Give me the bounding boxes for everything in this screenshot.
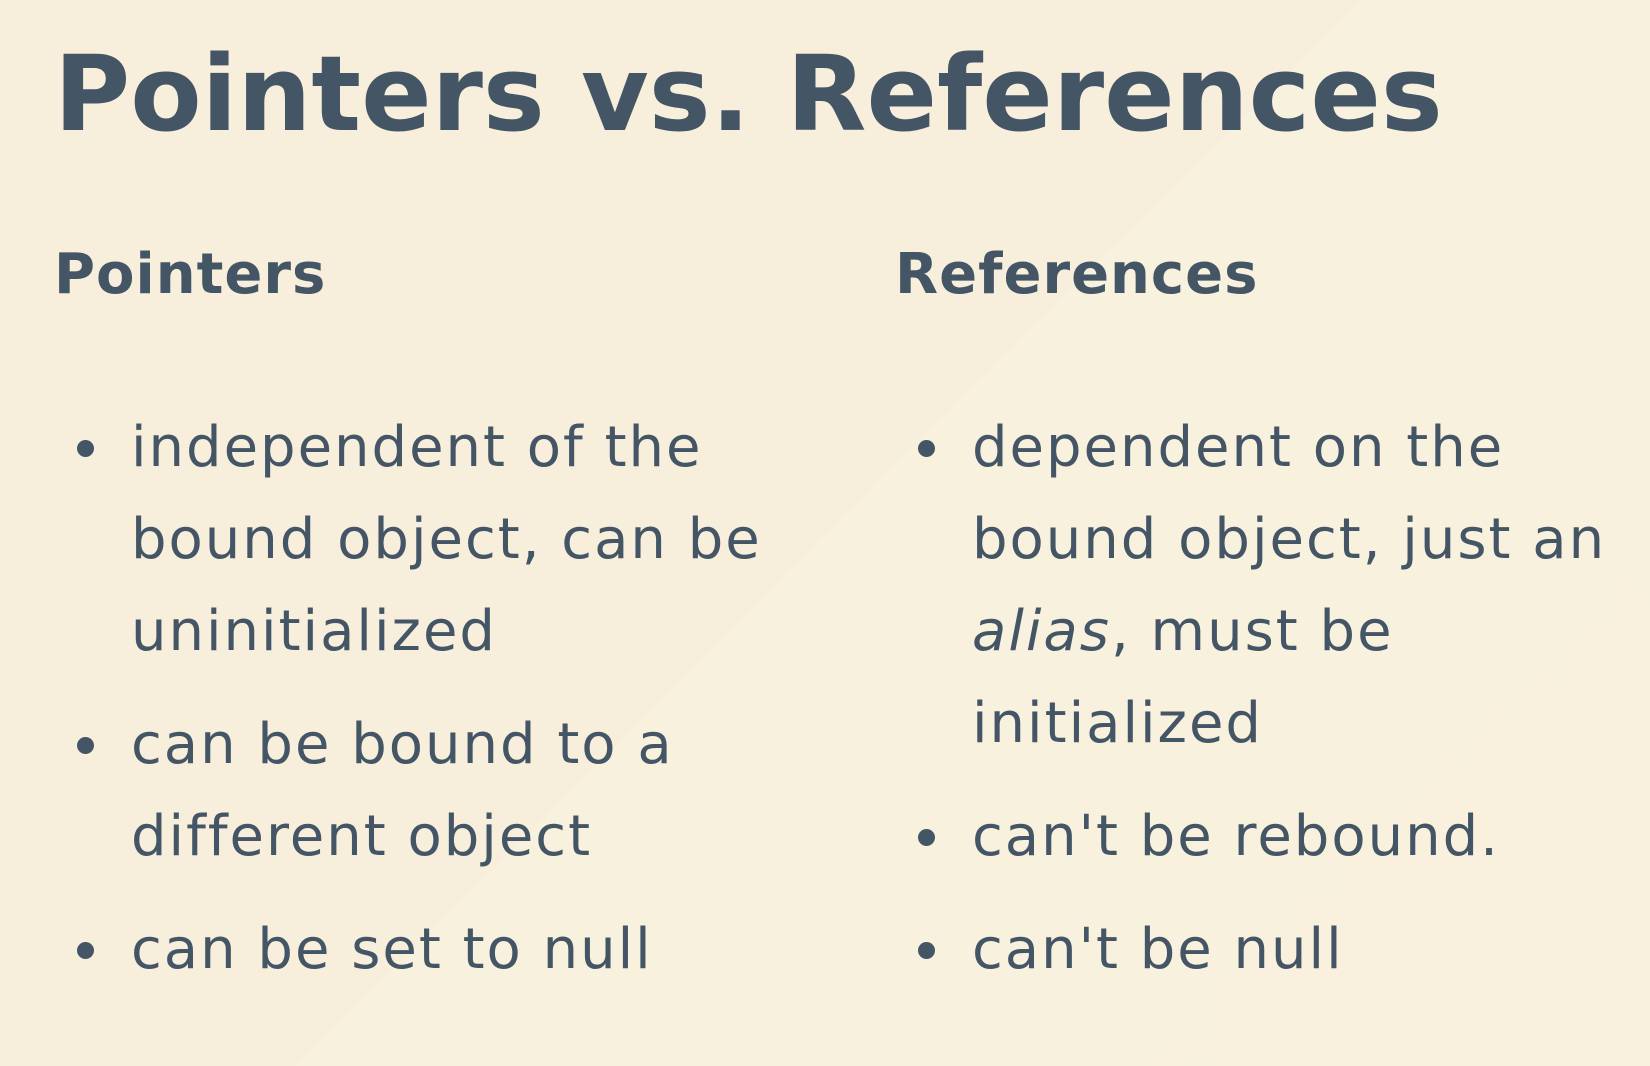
list-item: can be set to null	[54, 904, 762, 996]
list-item-line: different object	[131, 804, 593, 869]
list-item-line: independent of the	[131, 415, 703, 480]
list-item-line: uninitialized	[131, 599, 497, 664]
bullet-icon	[918, 829, 935, 846]
list-item-line: can be bound to a	[131, 712, 674, 777]
list-item-line: bound object, can be	[131, 507, 762, 572]
list-item: can be bound to a different object	[54, 699, 762, 883]
references-list: dependent on the bound object, just an a…	[895, 402, 1606, 1017]
list-item-line: can't be rebound.	[972, 804, 1500, 869]
bullet-icon	[918, 440, 935, 457]
list-item-line: can be set to null	[131, 917, 653, 982]
bullet-icon	[918, 942, 935, 959]
italic-term: alias	[972, 599, 1111, 664]
pointers-column: Pointers independent of the bound object…	[54, 240, 854, 982]
references-column: References dependent on the bound object…	[895, 240, 1650, 982]
slide: Pointers vs. References Pointers indepen…	[0, 0, 1650, 1066]
list-item-line: alias, must be	[972, 586, 1606, 678]
list-item-line: dependent on the	[972, 415, 1505, 480]
references-heading: References	[895, 242, 1259, 307]
pointers-heading: Pointers	[54, 242, 327, 307]
list-item-line: initialized	[972, 691, 1263, 756]
list-item-line: can't be null	[972, 917, 1344, 982]
list-item: independent of the bound object, can be …	[54, 402, 762, 678]
list-item: can't be null	[895, 904, 1606, 996]
bullet-icon	[77, 942, 94, 959]
list-item: dependent on the bound object, just an a…	[895, 402, 1606, 770]
slide-title: Pointers vs. References	[54, 33, 1443, 155]
bullet-icon	[77, 440, 94, 457]
list-item: can't be rebound.	[895, 791, 1606, 883]
pointers-list: independent of the bound object, can be …	[54, 402, 762, 1017]
list-item-line: bound object, just an	[972, 507, 1607, 572]
bullet-icon	[77, 737, 94, 754]
list-item-text: , must be	[1110, 599, 1394, 664]
